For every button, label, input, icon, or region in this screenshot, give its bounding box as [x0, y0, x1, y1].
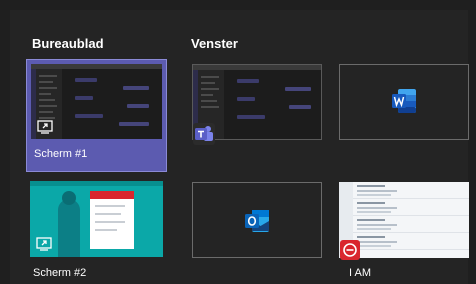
window-word-tile[interactable] [339, 64, 469, 140]
screen-1-caption: Scherm #1 [34, 148, 88, 160]
share-screen-icon [36, 237, 52, 251]
teams-icon [193, 123, 215, 145]
screen-1-tile[interactable]: Scherm #1 [26, 59, 167, 172]
word-icon [392, 89, 416, 113]
screen-1-thumbnail [31, 64, 162, 139]
word-window-thumbnail [339, 64, 469, 140]
i-am-app-icon [340, 240, 360, 260]
window-outlook-tile[interactable] [192, 182, 322, 258]
desktop-section-label: Bureaublad [32, 36, 104, 51]
screen-2-caption: Scherm #2 [33, 267, 87, 279]
outlook-icon [245, 210, 269, 232]
share-screen-icon [37, 120, 53, 134]
window-section-label: Venster [191, 36, 238, 51]
window-teams-tile[interactable] [192, 64, 322, 145]
i-am-window-caption: I AM [349, 267, 372, 279]
share-picker: Bureaublad Venster Scherm #1 Scherm #2 I… [10, 10, 469, 284]
screen-2-thumbnail [30, 181, 163, 257]
screen-2-tile[interactable]: Scherm #2 [30, 181, 163, 284]
window-i-am-tile[interactable]: I AM [339, 182, 469, 284]
outlook-window-thumbnail [192, 182, 322, 258]
